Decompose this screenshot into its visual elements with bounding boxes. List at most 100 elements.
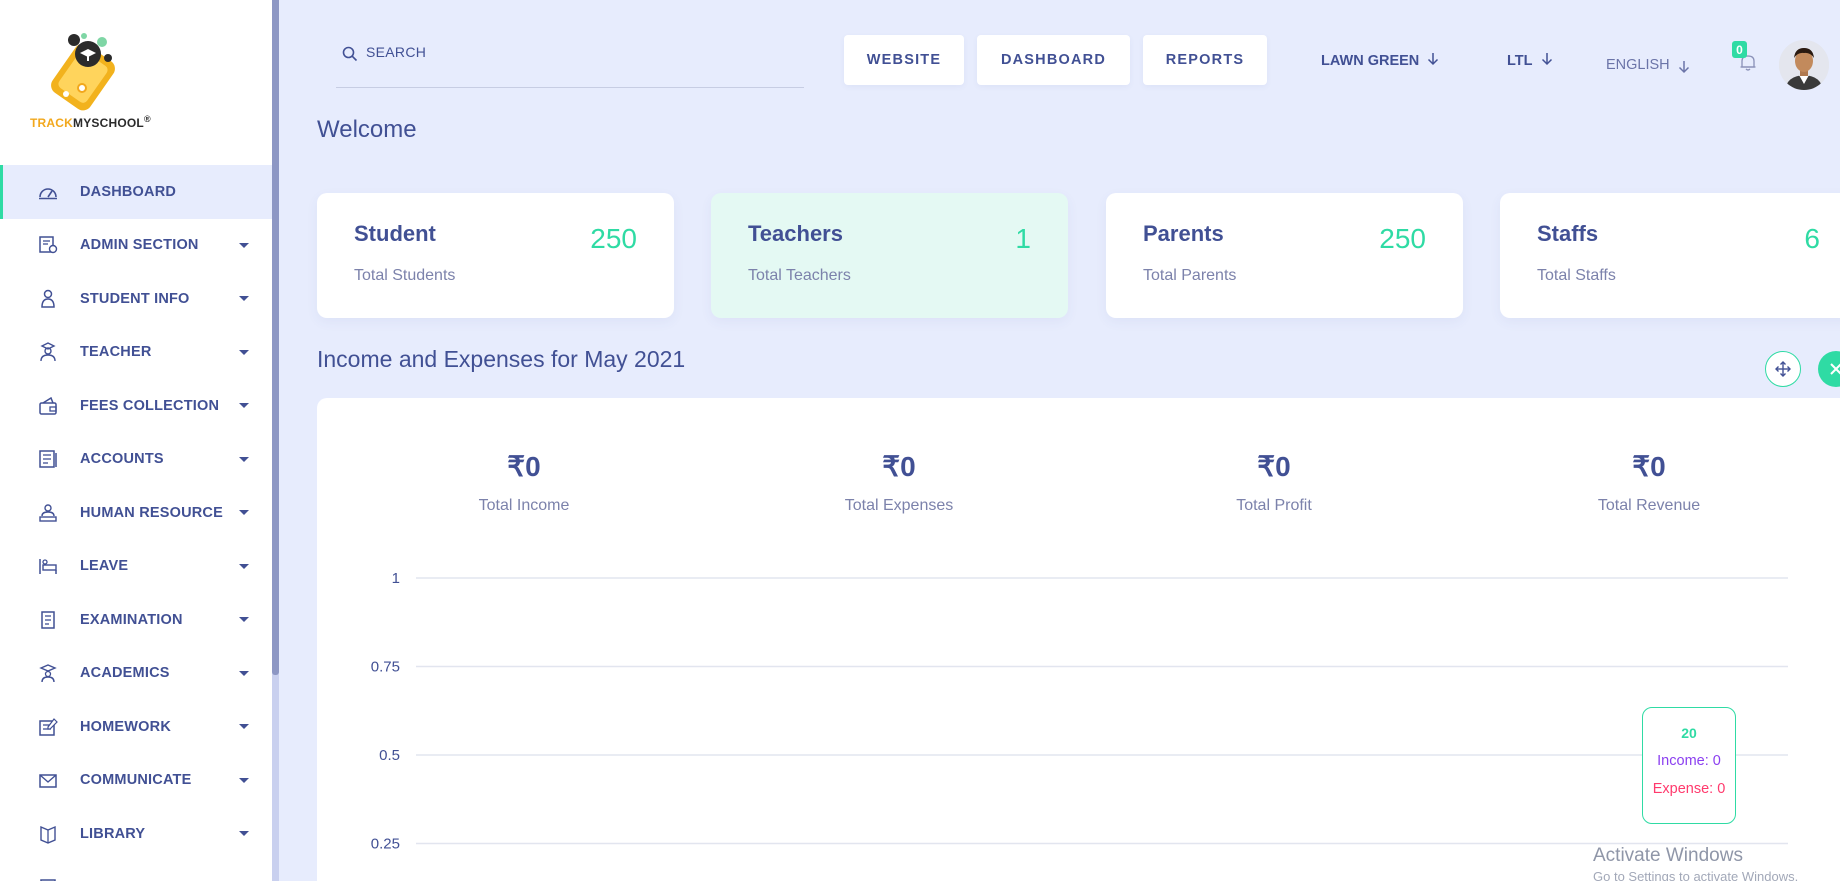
- sidebar-item-dashboard[interactable]: Dashboard: [0, 165, 272, 219]
- chevron-down-icon: [239, 724, 249, 730]
- stat-card-subtitle: Total Teachers: [748, 267, 851, 284]
- sidebar-item-homework[interactable]: Homework: [0, 700, 272, 754]
- sidebar-item-label: Fees Collection: [80, 397, 220, 414]
- chevron-down-icon: [239, 617, 249, 623]
- sidebar: TRACKMYSCHOOL® Dashboard Admin Section S…: [0, 0, 272, 881]
- homework-icon: [38, 717, 58, 737]
- finance-label: Total Income: [478, 497, 570, 514]
- close-icon[interactable]: [1818, 351, 1840, 387]
- y-tick-label: 0.25: [371, 836, 400, 853]
- chevron-down-icon: [239, 777, 249, 783]
- chevron-down-icon: [239, 670, 249, 676]
- chevron-down-icon: [239, 242, 249, 248]
- sidebar-scrollbar[interactable]: [272, 0, 279, 881]
- sidebar-item-label: Teacher: [80, 344, 152, 361]
- chevron-down-icon: [239, 403, 249, 409]
- stat-card-teachers[interactable]: Teachers Total Teachers 1: [711, 193, 1068, 318]
- direction-dropdown-label: LTL: [1507, 53, 1533, 69]
- sidebar-item-accounts[interactable]: Accounts: [0, 433, 272, 487]
- logo-text: TRACKMYSCHOOL®: [30, 114, 151, 130]
- sidebar-item-library[interactable]: Library: [0, 807, 272, 861]
- finance-item-profit: ₹0 Total Profit: [1144, 450, 1404, 515]
- finance-item-revenue: ₹0 Total Revenue: [1519, 450, 1779, 515]
- finance-value: ₹0: [882, 451, 916, 482]
- sidebar-item-examination[interactable]: Examination: [0, 593, 272, 647]
- sidebar-item-label: Accounts: [80, 451, 164, 468]
- finance-label: Total Expenses: [844, 497, 954, 514]
- sidebar-item-admin-section[interactable]: Admin Section: [0, 219, 272, 273]
- sidebar-item-label: Examination: [80, 611, 183, 628]
- sidebar-item-label: Human Resource: [80, 504, 223, 521]
- stat-card-staffs[interactable]: Staffs Total Staffs 6: [1500, 193, 1840, 318]
- tooltip-expense: Expense: 0: [1652, 781, 1726, 797]
- sidebar-item-teacher[interactable]: Teacher: [0, 326, 272, 380]
- y-tick-label: 0.75: [371, 659, 400, 676]
- logo-text-myschool: MYSCHOOL: [73, 116, 144, 130]
- notification-count-badge: 0: [1732, 41, 1747, 58]
- arrow-down-icon: [1427, 52, 1439, 70]
- sidebar-scrollbar-thumb[interactable]: [272, 0, 279, 675]
- language-dropdown[interactable]: ENGLISH: [1606, 52, 1690, 78]
- language-dropdown-label: ENGLISH: [1606, 57, 1670, 73]
- stat-card-subtitle: Total Students: [354, 267, 456, 284]
- page-title: Welcome: [317, 116, 417, 143]
- human-resource-icon: [38, 503, 58, 523]
- section-title: Income and Expenses for May 2021: [317, 346, 686, 372]
- sidebar-item-leave[interactable]: Leave: [0, 540, 272, 594]
- student-info-icon: [38, 289, 58, 309]
- sidebar-nav: Dashboard Admin Section Student Info Tea…: [0, 165, 272, 881]
- search-box: [336, 38, 804, 88]
- stat-card-value: 1: [1015, 223, 1031, 254]
- sidebar-item-label: Communicate: [80, 772, 192, 789]
- chevron-down-icon: [239, 349, 249, 355]
- sidebar-item-more[interactable]: [0, 861, 272, 881]
- sidebar-item-academics[interactable]: Academics: [0, 647, 272, 701]
- website-button[interactable]: WEBSITE: [844, 35, 964, 85]
- trackmyschool-logo[interactable]: TRACKMYSCHOOL®: [30, 28, 160, 138]
- finance-value: ₹0: [1632, 451, 1666, 482]
- move-icon[interactable]: [1765, 351, 1801, 387]
- sidebar-item-student-info[interactable]: Student Info: [0, 272, 272, 326]
- sidebar-item-label: Leave: [80, 558, 129, 575]
- sidebar-item-human-resource[interactable]: Human Resource: [0, 486, 272, 540]
- reports-button[interactable]: REPORTS: [1143, 35, 1267, 85]
- communicate-icon: [38, 770, 58, 790]
- stat-card-value: 250: [1379, 223, 1426, 254]
- admin-section-icon: [38, 235, 58, 255]
- sidebar-item-communicate[interactable]: Communicate: [0, 754, 272, 808]
- tooltip-income: Income: 0: [1657, 753, 1721, 769]
- search-input[interactable]: [366, 44, 786, 60]
- finance-item-expenses: ₹0 Total Expenses: [769, 450, 1029, 515]
- arrow-down-icon: [1678, 60, 1690, 78]
- stat-card-subtitle: Total Staffs: [1537, 267, 1616, 284]
- finance-value: ₹0: [1257, 451, 1291, 482]
- teacher-icon: [38, 342, 58, 362]
- finance-label: Total Profit: [1236, 497, 1312, 514]
- y-tick-label: 1: [392, 570, 400, 587]
- dashboard-button[interactable]: DASHBOARD: [977, 35, 1130, 85]
- arrow-down-icon: [1541, 52, 1553, 70]
- windows-activation-watermark: Activate Windows: [1593, 845, 1743, 866]
- windows-activation-hint: Go to Settings to activate Windows.: [1593, 869, 1799, 881]
- registered-mark: ®: [143, 114, 151, 124]
- stat-card-students[interactable]: Student Total Students 250: [317, 193, 674, 318]
- user-avatar[interactable]: [1779, 40, 1829, 90]
- chevron-down-icon: [239, 563, 249, 569]
- chart-tooltip: 20 Income: 0 Expense: 0: [1642, 707, 1736, 824]
- sidebar-item-fees-collection[interactable]: Fees Collection: [0, 379, 272, 433]
- finance-label: Total Revenue: [1597, 497, 1701, 514]
- direction-dropdown[interactable]: LTL: [1507, 52, 1553, 70]
- finance-value: ₹0: [507, 451, 541, 482]
- logo-text-track: TRACK: [30, 116, 73, 130]
- accounts-icon: [38, 449, 58, 469]
- chevron-down-icon: [239, 296, 249, 302]
- sidebar-item-label: Student Info: [80, 290, 190, 307]
- y-tick-label: 0.5: [379, 747, 400, 764]
- stat-card-value: 250: [590, 223, 637, 254]
- chevron-down-icon: [239, 831, 249, 837]
- stat-card-parents[interactable]: Parents Total Parents 250: [1106, 193, 1463, 318]
- stat-card-value: 6: [1804, 223, 1820, 254]
- theme-dropdown[interactable]: LAWN GREEN: [1321, 52, 1439, 70]
- stat-card-subtitle: Total Parents: [1143, 267, 1237, 284]
- examination-icon: [38, 610, 58, 630]
